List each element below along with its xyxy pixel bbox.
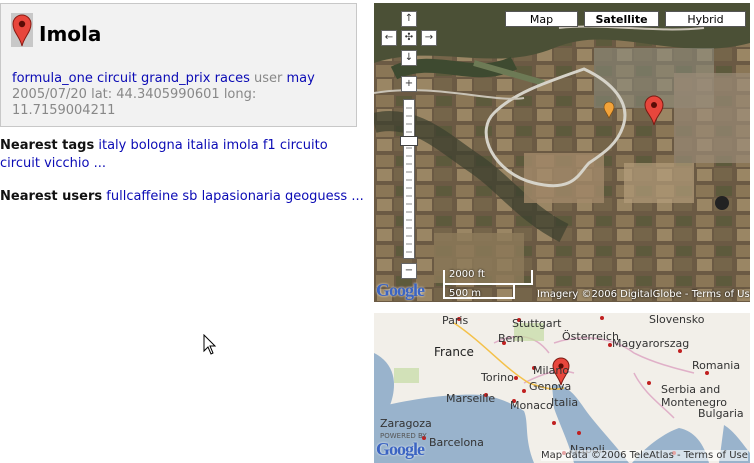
user-label: user [254,71,283,86]
tag-link-grand-prix[interactable]: grand_prix [141,71,210,86]
nearest-tags-label: Nearest tags [0,138,95,153]
pan-left-icon[interactable]: ← [381,30,397,46]
nearest-tag-link[interactable]: imola [223,138,259,153]
nearest-tag-link[interactable]: circuito [280,138,328,153]
zoom-in-icon[interactable]: + [401,76,417,92]
map-label: Marseille [446,392,496,405]
map-label: Romania [692,359,741,372]
nearest-users: Nearest users fullcaffeine sb lapasionar… [0,188,372,206]
tag-link-races[interactable]: races [215,71,250,86]
map-marker-icon [11,13,33,47]
pan-right-icon[interactable]: → [421,30,437,46]
map-label: Österreich [562,330,619,343]
nearest-user-link[interactable]: geoguess [285,189,347,204]
zoom-out-icon[interactable]: − [401,263,417,279]
long-label: long: [223,87,257,102]
overview-map[interactable]: Paris Stuttgart Österreich Slovensko Fra… [374,313,750,463]
place-info-panel: Imola formula_one circuit grand_prix rac… [0,3,357,127]
lat-label: lat: [91,87,113,102]
pan-center-icon[interactable]: ✣ [401,30,417,46]
map-label: Bulgaria [698,407,744,420]
long-value: 11.7159004211 [12,103,116,118]
scale-feet: 2000 ft [449,269,485,280]
scale-meters: 500 m [449,288,482,299]
nearest-user-link[interactable]: lapasionaria [202,189,281,204]
map-label: France [434,345,474,359]
map-label: Serbia and [661,383,721,396]
pan-down-icon[interactable]: ↓ [401,50,417,66]
place-title-row: Imola [11,12,101,48]
map-label: Zaragoza [380,417,432,430]
map-label: Bern [498,332,524,345]
map-label: Stuttgart [512,317,562,330]
nearest-tags-more-link[interactable]: ... [94,156,106,171]
place-details: formula_one circuit grand_prix races use… [12,71,352,119]
google-logo[interactable]: Google [376,280,425,301]
page-title: Imola [39,22,102,46]
zoom-ticks [406,107,412,253]
overview-google-logo[interactable]: Google [376,439,425,460]
map-label: Monaco [510,399,553,412]
nearest-users-label: Nearest users [0,189,103,204]
mouse-cursor-icon [203,334,217,355]
satellite-map[interactable]: 2000 ft 500 m Google Imagery ©2006 Digit… [374,3,750,302]
nearest-user-link[interactable]: fullcaffeine [106,189,178,204]
map-label: Genova [529,380,572,393]
map-label: Milano [533,364,570,377]
nearest-tag-link[interactable]: bologna [130,138,182,153]
place-date: 2005/07/20 [12,87,87,102]
pan-up-icon[interactable]: ↑ [401,11,417,27]
nearest-tag-link[interactable]: f1 [263,138,276,153]
nearest-users-more-link[interactable]: ... [351,189,363,204]
map-label: Barcelona [429,436,484,449]
nearest-user-link[interactable]: sb [182,189,197,204]
zoom-slider-track[interactable] [403,99,415,259]
map-type-map-button[interactable]: Map [505,11,578,27]
lat-value: 44.3405990601 [116,87,220,102]
nearest-tag-link[interactable]: italy [98,138,126,153]
map-label: Italia [551,396,579,409]
zoom-slider-handle[interactable] [400,136,418,146]
map-label: Slovensko [649,313,705,326]
map-label: Magyarorszag [612,337,690,350]
tag-link-circuit[interactable]: circuit [97,71,137,86]
nearest-tag-link[interactable]: vicchio [44,156,89,171]
nearest-tag-link[interactable]: circuit [0,156,40,171]
map-type-satellite-button[interactable]: Satellite [584,11,659,27]
map-label: Paris [442,314,469,327]
map-data-copyright[interactable]: Map data ©2006 TeleAtlas - Terms of Use [541,450,748,461]
imagery-copyright[interactable]: Imagery ©2006 DigitalGlobe - Terms of Us… [537,289,750,300]
nearest-tag-link[interactable]: italia [187,138,219,153]
user-link-may[interactable]: may [287,71,315,86]
tag-link-formula-one[interactable]: formula_one [12,71,93,86]
nearest-tags: Nearest tags italy bologna italia imola … [0,137,372,173]
map-type-hybrid-button[interactable]: Hybrid [665,11,746,27]
satellite-imagery [374,3,750,302]
map-label: Torino [481,371,514,384]
